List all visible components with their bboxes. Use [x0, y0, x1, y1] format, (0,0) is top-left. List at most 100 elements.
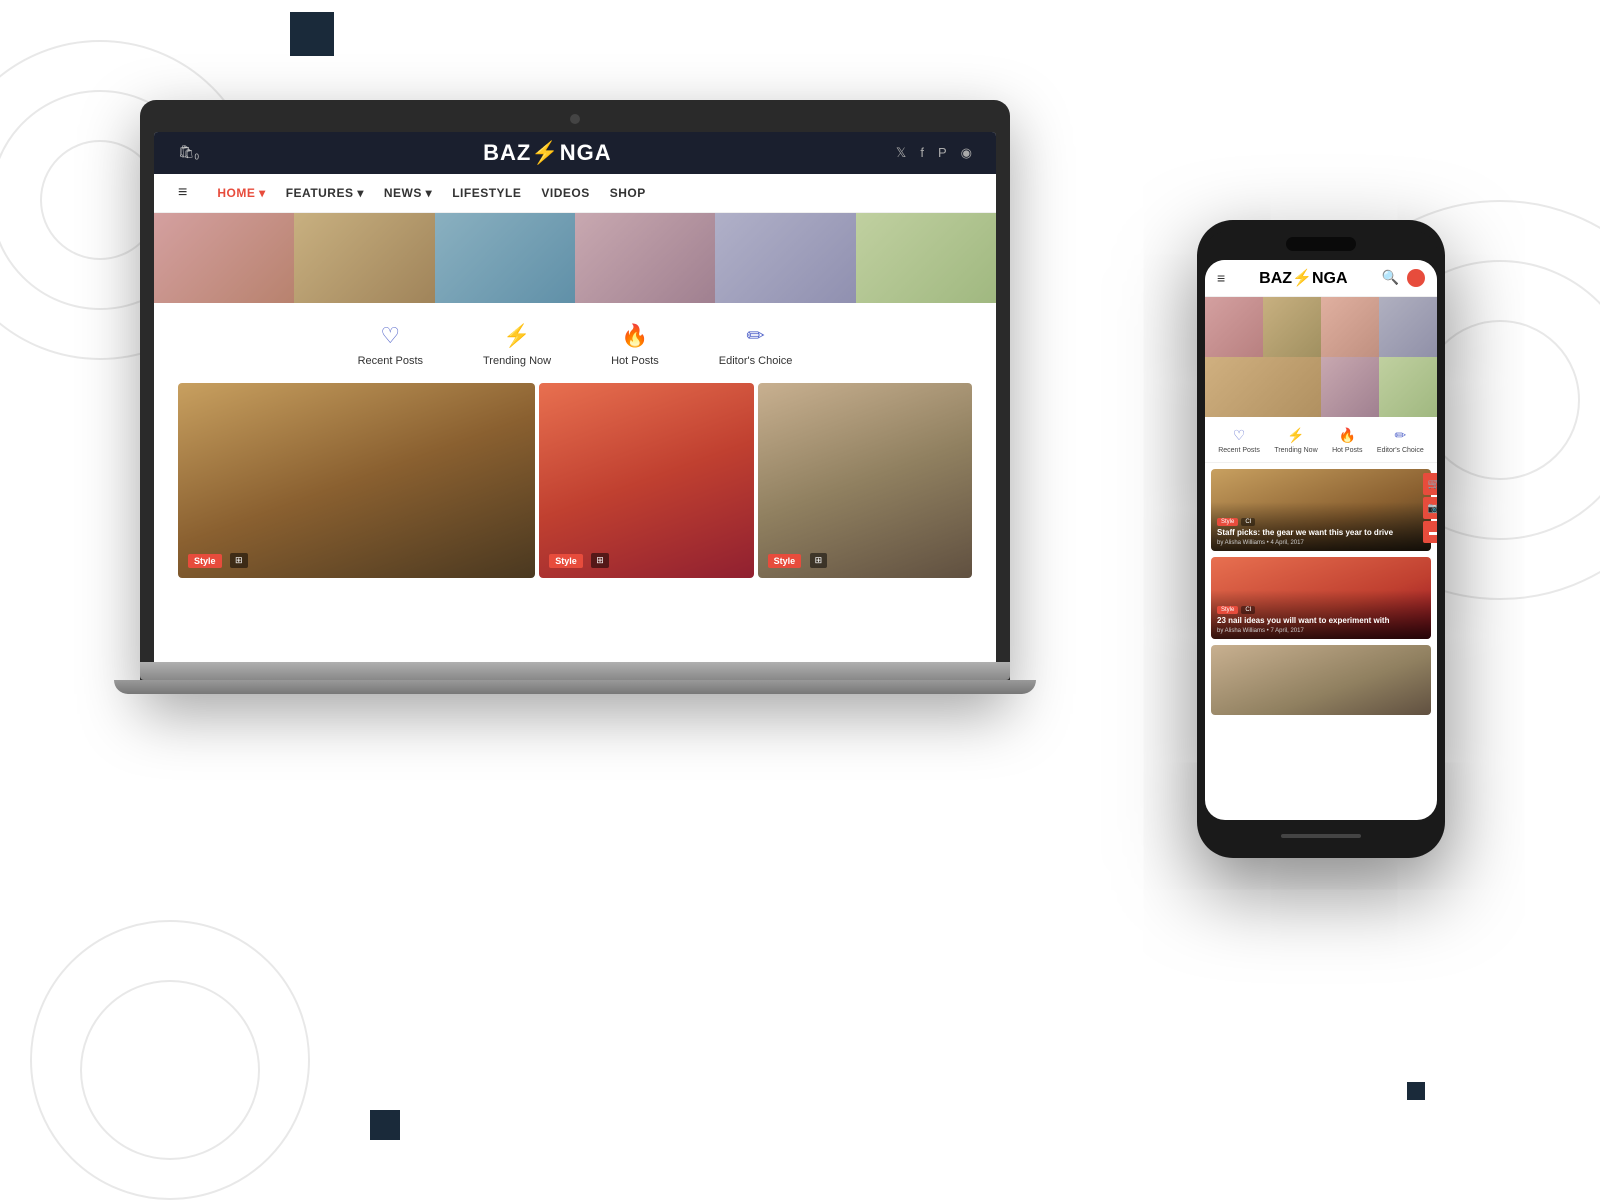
site-header: 🛍0 BAZ⚡NGA 𝕏 f P ◉	[154, 132, 996, 174]
bolt-icon: ⚡	[503, 323, 530, 349]
content-card-3[interactable]: Style ⊞	[758, 383, 972, 578]
phone-article-2-overlay: Style CI 23 nail ideas you will want to …	[1211, 590, 1431, 639]
sidebar-btn-2[interactable]: 📷	[1423, 497, 1437, 519]
sidebar-btn-3-icon: ▬	[1429, 527, 1437, 538]
heart-icon: ♡	[380, 323, 400, 349]
instagram-icon[interactable]: ◉	[961, 145, 972, 161]
phone-notch	[1286, 237, 1356, 251]
phone-cat-trending-label: Trending Now	[1274, 447, 1317, 454]
phone-search-icon[interactable]: 🔍	[1382, 269, 1399, 287]
laptop-camera	[570, 114, 580, 124]
card-3-icon-badge: ⊞	[810, 553, 828, 568]
deco-circle-4	[30, 920, 310, 1200]
phone-article-1-meta: by Alisha Williams • 4 April, 2017	[1217, 540, 1425, 546]
phone-home-bar	[1205, 826, 1437, 846]
sidebar-btn-1-icon: 🛒	[1428, 479, 1437, 490]
phone-article-1-title: Staff picks: the gear we want this year …	[1217, 528, 1425, 538]
sidebar-btn-1[interactable]: 🛒	[1423, 473, 1437, 495]
card-1-icon-badge: ⊞	[230, 553, 248, 568]
hamburger-menu[interactable]: ≡	[178, 184, 187, 202]
phone-logo-bolt: ⚡	[1292, 270, 1312, 287]
phone-article-1-overlay: Style CI Staff picks: the gear we want t…	[1211, 502, 1431, 551]
phone-cat-hot[interactable]: 🔥 Hot Posts	[1332, 427, 1362, 454]
cat-editors-choice[interactable]: ✏ Editor's Choice	[719, 323, 793, 367]
phone-strip-1	[1205, 297, 1263, 357]
phone-sidebar-buttons: 🛒 📷 ▬	[1423, 473, 1437, 543]
nav-features[interactable]: FEATURES ▾	[286, 186, 364, 200]
nav-videos[interactable]: VIDEOS	[541, 186, 589, 200]
card-2-image	[539, 383, 753, 578]
phone-cat-recent-label: Recent Posts	[1218, 447, 1260, 454]
cat-recent-posts[interactable]: ♡ Recent Posts	[358, 323, 423, 367]
content-card-1[interactable]: Style ⊞	[178, 383, 535, 578]
content-card-2[interactable]: Style ⊞	[539, 383, 753, 578]
phone-site-header: ≡ BAZ⚡NGA 🔍	[1205, 260, 1437, 297]
logo-bolt: ⚡	[531, 140, 559, 165]
phone-fire-icon: 🔥	[1339, 427, 1356, 444]
card-3-badge: Style	[768, 554, 802, 568]
phone-notch-bar	[1205, 232, 1437, 256]
phone: ≡ BAZ⚡NGA 🔍	[1197, 220, 1445, 858]
strip-image-2	[294, 213, 434, 303]
site-nav: ≡ HOME ▾ FEATURES ▾ NEWS ▾ LIFESTYLE VID…	[154, 174, 996, 213]
nav-news[interactable]: NEWS ▾	[384, 186, 432, 200]
logo-text-2: NGA	[560, 140, 612, 165]
phone-screen: ≡ BAZ⚡NGA 🔍	[1205, 260, 1437, 820]
phone-article-2[interactable]: Style CI 23 nail ideas you will want to …	[1211, 557, 1431, 639]
phone-strip-4	[1379, 297, 1437, 357]
deco-square-1	[290, 12, 334, 56]
twitter-icon[interactable]: 𝕏	[896, 145, 906, 161]
card-3-image	[758, 383, 972, 578]
pinterest-icon[interactable]: P	[938, 145, 947, 161]
phone-art1-badge2: CI	[1241, 518, 1255, 526]
cat-label-editors: Editor's Choice	[719, 355, 793, 367]
phone-cat-editors[interactable]: ✏ Editor's Choice	[1377, 427, 1424, 454]
fire-icon: 🔥	[621, 323, 648, 349]
phone-article-2-meta: by Alisha Williams • 7 April, 2017	[1217, 628, 1425, 634]
cat-label-trending: Trending Now	[483, 355, 551, 367]
deco-square-3	[370, 1110, 400, 1140]
phone-article-2-badges: Style CI	[1217, 606, 1425, 614]
phone-articles: Style CI Staff picks: the gear we want t…	[1205, 463, 1437, 727]
nav-home[interactable]: HOME ▾	[217, 186, 265, 200]
phone-cat-recent[interactable]: ♡ Recent Posts	[1218, 427, 1260, 454]
nav-shop[interactable]: SHOP	[610, 186, 646, 200]
phone-cat-editors-label: Editor's Choice	[1377, 447, 1424, 454]
phone-logo: BAZ⚡NGA	[1259, 268, 1347, 288]
phone-image-strip	[1205, 297, 1437, 417]
phone-cat-trending[interactable]: ⚡ Trending Now	[1274, 427, 1317, 454]
phone-art2-badge: Style	[1217, 606, 1238, 614]
strip-image-4	[575, 213, 715, 303]
card-1-badge: Style	[188, 554, 222, 568]
phone-article-3[interactable]	[1211, 645, 1431, 715]
phone-article-1-badges: Style CI	[1217, 518, 1425, 526]
phone-pencil-icon: ✏	[1394, 427, 1406, 444]
phone-strip-5	[1205, 357, 1321, 417]
social-icons: 𝕏 f P ◉	[896, 145, 972, 161]
cat-hot-posts[interactable]: 🔥 Hot Posts	[611, 323, 659, 367]
sidebar-btn-3[interactable]: ▬	[1423, 521, 1437, 543]
facebook-icon[interactable]: f	[920, 145, 924, 161]
phone-outer: ≡ BAZ⚡NGA 🔍	[1197, 220, 1445, 858]
phone-hamburger-icon[interactable]: ≡	[1217, 270, 1225, 286]
strip-image-5	[715, 213, 855, 303]
sidebar-btn-2-icon: 📷	[1428, 503, 1437, 514]
phone-article-1[interactable]: Style CI Staff picks: the gear we want t…	[1211, 469, 1431, 551]
phone-heart-icon: ♡	[1233, 427, 1246, 444]
phone-user-icon[interactable]	[1407, 269, 1425, 287]
phone-art2-badge2: CI	[1241, 606, 1255, 614]
phone-cat-hot-label: Hot Posts	[1332, 447, 1362, 454]
strip-image-1	[154, 213, 294, 303]
nav-lifestyle[interactable]: LIFESTYLE	[452, 186, 521, 200]
laptop-outer: 🛍0 BAZ⚡NGA 𝕏 f P ◉ ≡ HOME ▾ FEATURES	[140, 100, 1010, 694]
phone-logo-text-1: BAZ	[1259, 270, 1292, 287]
laptop-foot	[114, 680, 1036, 694]
cat-trending[interactable]: ⚡ Trending Now	[483, 323, 551, 367]
phone-art1-badge: Style	[1217, 518, 1238, 526]
phone-categories: ♡ Recent Posts ⚡ Trending Now 🔥 Hot Post…	[1205, 417, 1437, 463]
content-grid: Style ⊞ Style ⊞ Style ⊞	[154, 383, 996, 578]
cart-icon[interactable]: 🛍0	[178, 144, 199, 162]
logo-text-1: BAZ	[483, 140, 531, 165]
phone-strip-3	[1321, 297, 1379, 357]
phone-home-line	[1281, 834, 1361, 838]
